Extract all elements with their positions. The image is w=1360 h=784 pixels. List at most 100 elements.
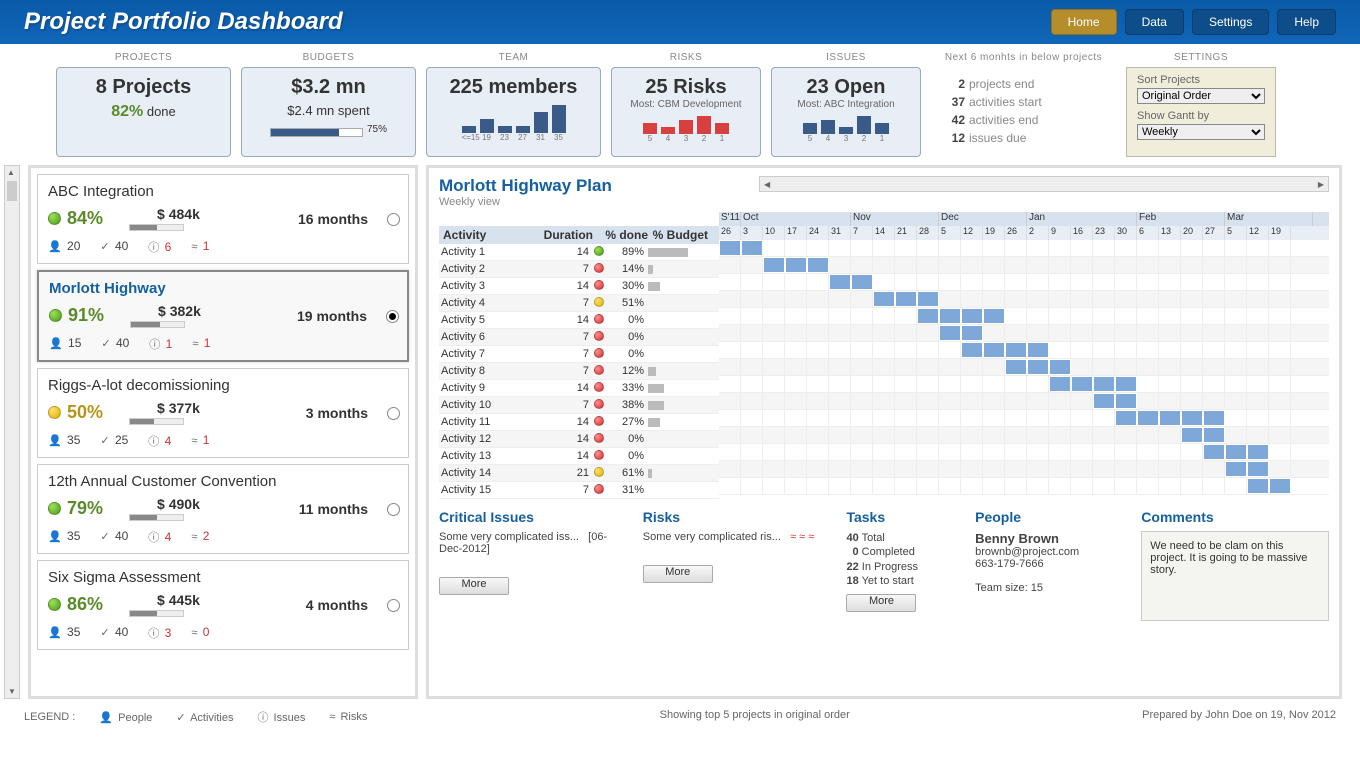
slider-left-icon[interactable]: ◀ <box>764 180 770 189</box>
sort-select[interactable]: Original Order <box>1137 88 1265 104</box>
project-card-1[interactable]: Morlott Highway91%$ 382k19 months👤 15✓ 4… <box>37 270 409 362</box>
nav-settings[interactable]: Settings <box>1192 9 1269 35</box>
gantt-row[interactable]: Activity 31430% <box>439 278 719 295</box>
issues-icon: ⓘ <box>149 339 160 351</box>
person-icon: 👤 <box>49 338 63 350</box>
project-radio[interactable] <box>387 503 400 516</box>
issues-card[interactable]: 23 Open Most: ABC Integration 54321 <box>771 67 921 157</box>
critical-issues-col: Critical Issues Some very complicated is… <box>439 509 627 621</box>
project-card-2[interactable]: Riggs-A-lot decomissioning50%$ 377k3 mon… <box>37 368 409 458</box>
gantt-months: S'11OctNovDecJanFebMar <box>719 212 1329 226</box>
issues-icon: ⓘ <box>148 532 159 544</box>
team-label: TEAM <box>499 52 529 63</box>
project-title: Six Sigma Assessment <box>48 569 398 586</box>
project-pct: 84% <box>67 208 103 229</box>
status-dot <box>48 502 61 515</box>
comments-box[interactable]: We need to be clam on this project. It i… <box>1141 531 1329 621</box>
gantt-row[interactable]: Activity 4751% <box>439 295 719 312</box>
status-dot <box>48 406 61 419</box>
legend: LEGEND : 👤 People ✓ Activities ⓘ Issues … <box>24 709 367 725</box>
settings-label: SETTINGS <box>1174 52 1228 63</box>
scroll-up-icon[interactable]: ▲ <box>7 168 17 177</box>
gantt-row[interactable]: Activity 5140% <box>439 312 719 329</box>
issues-icon: ⓘ <box>148 628 159 640</box>
app-title: Project Portfolio Dashboard <box>24 8 343 36</box>
nav-data[interactable]: Data <box>1125 9 1184 35</box>
project-pct: 86% <box>67 594 103 615</box>
slider-right-icon[interactable]: ▶ <box>1318 180 1324 189</box>
check-icon: ✓ <box>100 531 109 543</box>
project-card-3[interactable]: 12th Annual Customer Convention79%$ 490k… <box>37 464 409 554</box>
risks-more-button[interactable]: More <box>643 565 713 583</box>
status-dot <box>48 598 61 611</box>
risks-card[interactable]: 25 Risks Most: CBM Development 54321 <box>611 67 761 157</box>
gantt-row[interactable]: Activity 15731% <box>439 482 719 499</box>
budgets-progress <box>270 128 363 137</box>
project-budget: $ 490k <box>157 496 200 512</box>
person-icon: 👤 <box>48 627 62 639</box>
risk-marks-icon: ≈ ≈ ≈ <box>790 531 814 543</box>
issues-icon: ⓘ <box>148 436 159 448</box>
sidebar-scrollbar[interactable]: ▲ ▼ <box>4 165 20 699</box>
tasks-more-button[interactable]: More <box>846 594 916 612</box>
project-radio[interactable] <box>386 310 399 323</box>
scroll-down-icon[interactable]: ▼ <box>8 687 16 696</box>
projects-card[interactable]: 8 Projects 82% done <box>56 67 231 157</box>
risks-icon: ≈ <box>191 241 197 253</box>
check-icon: ✓ <box>176 712 185 724</box>
gantt-row[interactable]: Activity 12140% <box>439 431 719 448</box>
gantt-row[interactable]: Activity 142161% <box>439 465 719 482</box>
gantt-row[interactable]: Activity 2714% <box>439 261 719 278</box>
project-title: Morlott Highway <box>49 280 397 297</box>
team-bars <box>435 103 592 133</box>
gantt-row[interactable]: Activity 670% <box>439 329 719 346</box>
project-radio[interactable] <box>387 407 400 420</box>
team-count: 225 members <box>435 76 592 99</box>
nav-help[interactable]: Help <box>1277 9 1336 35</box>
project-radio[interactable] <box>387 599 400 612</box>
settings-card: Sort Projects Original Order Show Gantt … <box>1126 67 1276 157</box>
issues-icon: ⓘ <box>148 242 159 254</box>
team-card[interactable]: 225 members <=151923273135 <box>426 67 601 157</box>
status-dot <box>48 212 61 225</box>
nav-buttons: Home Data Settings Help <box>1051 9 1336 35</box>
person-icon: 👤 <box>99 712 113 724</box>
nav-home[interactable]: Home <box>1051 9 1117 35</box>
project-budget: $ 484k <box>157 206 200 222</box>
gantt-select[interactable]: Weekly <box>1137 124 1265 140</box>
detail-view: Weekly view <box>439 196 612 208</box>
project-title: 12th Annual Customer Convention <box>48 473 398 490</box>
issues-label: ISSUES <box>826 52 866 63</box>
projects-pct: 82% <box>111 103 143 120</box>
gantt-row[interactable]: Activity 8712% <box>439 363 719 380</box>
gantt-row[interactable]: Activity 770% <box>439 346 719 363</box>
risks-icon: ≈ <box>329 711 335 723</box>
risks-label: RISKS <box>670 52 703 63</box>
issues-count: 23 Open <box>780 76 912 99</box>
gantt-slider[interactable]: ◀ ▶ <box>759 176 1329 192</box>
issues-more-button[interactable]: More <box>439 577 509 595</box>
project-months: 16 months <box>298 211 368 227</box>
project-card-4[interactable]: Six Sigma Assessment86%$ 445k4 months👤 3… <box>37 560 409 650</box>
person-icon: 👤 <box>48 435 62 447</box>
risks-col: Risks Some very complicated ris... ≈ ≈ ≈… <box>643 509 831 621</box>
budgets-label: BUDGETS <box>303 52 355 63</box>
tasks-col: Tasks 40 Total 0 Completed 22 In Progres… <box>846 509 959 621</box>
gantt-row[interactable]: Activity 111427% <box>439 414 719 431</box>
footer-right: Prepared by John Doe on 19, Nov 2012 <box>1142 709 1336 725</box>
project-card-0[interactable]: ABC Integration84%$ 484k16 months👤 20✓ 4… <box>37 174 409 264</box>
bottom-row: Critical Issues Some very complicated is… <box>439 509 1329 621</box>
project-title: ABC Integration <box>48 183 398 200</box>
footer-center: Showing top 5 projects in original order <box>660 709 850 725</box>
gantt-row[interactable]: Activity 11489% <box>439 244 719 261</box>
scroll-thumb[interactable] <box>7 181 17 201</box>
gantt-row[interactable]: Activity 91433% <box>439 380 719 397</box>
comments-col: Comments We need to be clam on this proj… <box>1141 509 1329 621</box>
gantt-row[interactable]: Activity 13140% <box>439 448 719 465</box>
gantt-row[interactable]: Activity 10738% <box>439 397 719 414</box>
budgets-card[interactable]: $3.2 mn $2.4 mn spent 75% <box>241 67 416 157</box>
issue-bars <box>780 114 912 134</box>
app-header: Project Portfolio Dashboard Home Data Se… <box>0 0 1360 44</box>
project-radio[interactable] <box>387 213 400 226</box>
budgets-total: $3.2 mn <box>250 76 407 99</box>
